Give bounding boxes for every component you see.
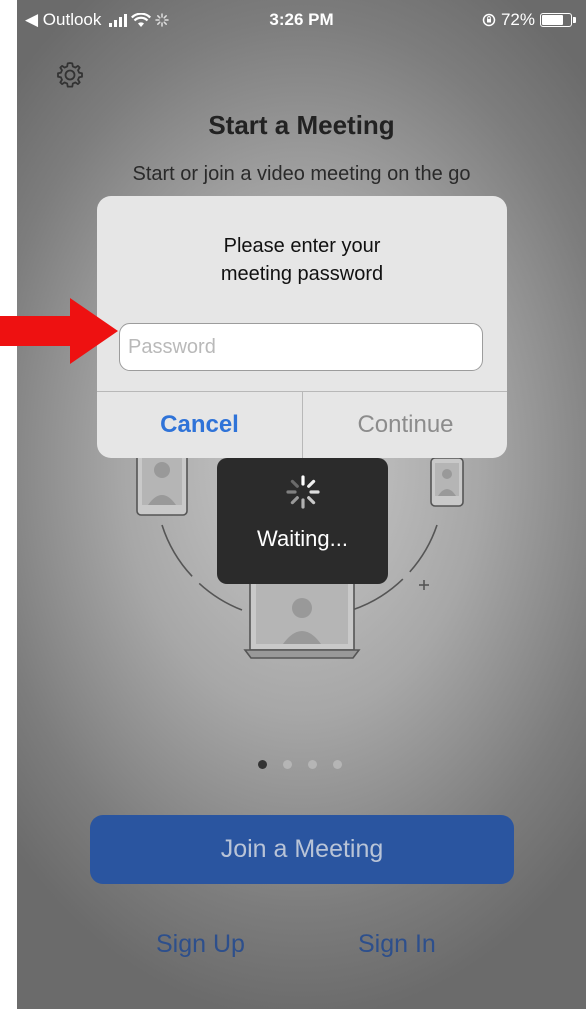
page-dot[interactable] xyxy=(283,760,292,769)
page-dot[interactable] xyxy=(308,760,317,769)
join-meeting-button[interactable]: Join a Meeting xyxy=(90,815,514,884)
phone-screen: ◀ Outlook 3:26 PM 72% Start a Meeting St… xyxy=(17,0,586,1009)
dialog-message-line1: Please enter your xyxy=(223,235,381,257)
red-arrow-icon xyxy=(0,298,118,364)
gear-icon[interactable] xyxy=(55,60,85,90)
sign-up-link[interactable]: Sign Up xyxy=(156,930,245,959)
status-right: 72% xyxy=(482,10,576,30)
dialog-message-line2: meeting password xyxy=(220,263,384,285)
page-dot[interactable] xyxy=(333,760,342,769)
cancel-button[interactable]: Cancel xyxy=(97,392,302,458)
page-title: Start a Meeting xyxy=(208,110,395,140)
orientation-lock-icon xyxy=(482,13,496,27)
password-dialog: Please enter your meeting password Cance… xyxy=(97,196,507,458)
page-dot[interactable] xyxy=(258,760,267,769)
loading-indicator: Waiting... xyxy=(217,458,388,584)
spinner-icon xyxy=(286,475,320,509)
battery-percent: 72% xyxy=(500,10,535,29)
tablet-icon xyxy=(136,449,188,516)
page-subtitle: Start or join a video meeting on the go xyxy=(132,163,471,185)
sign-in-link[interactable]: Sign In xyxy=(358,930,436,959)
page-indicator xyxy=(258,760,342,769)
password-input[interactable] xyxy=(119,323,483,371)
battery-icon xyxy=(540,13,576,27)
phone-device-icon xyxy=(430,457,464,507)
continue-button[interactable]: Continue xyxy=(303,392,507,458)
dialog-message: Please enter your meeting password xyxy=(97,232,507,288)
laptop-icon xyxy=(243,577,361,659)
loading-label: Waiting... xyxy=(257,526,348,551)
status-bar: ◀ Outlook 3:26 PM 72% xyxy=(17,0,586,40)
